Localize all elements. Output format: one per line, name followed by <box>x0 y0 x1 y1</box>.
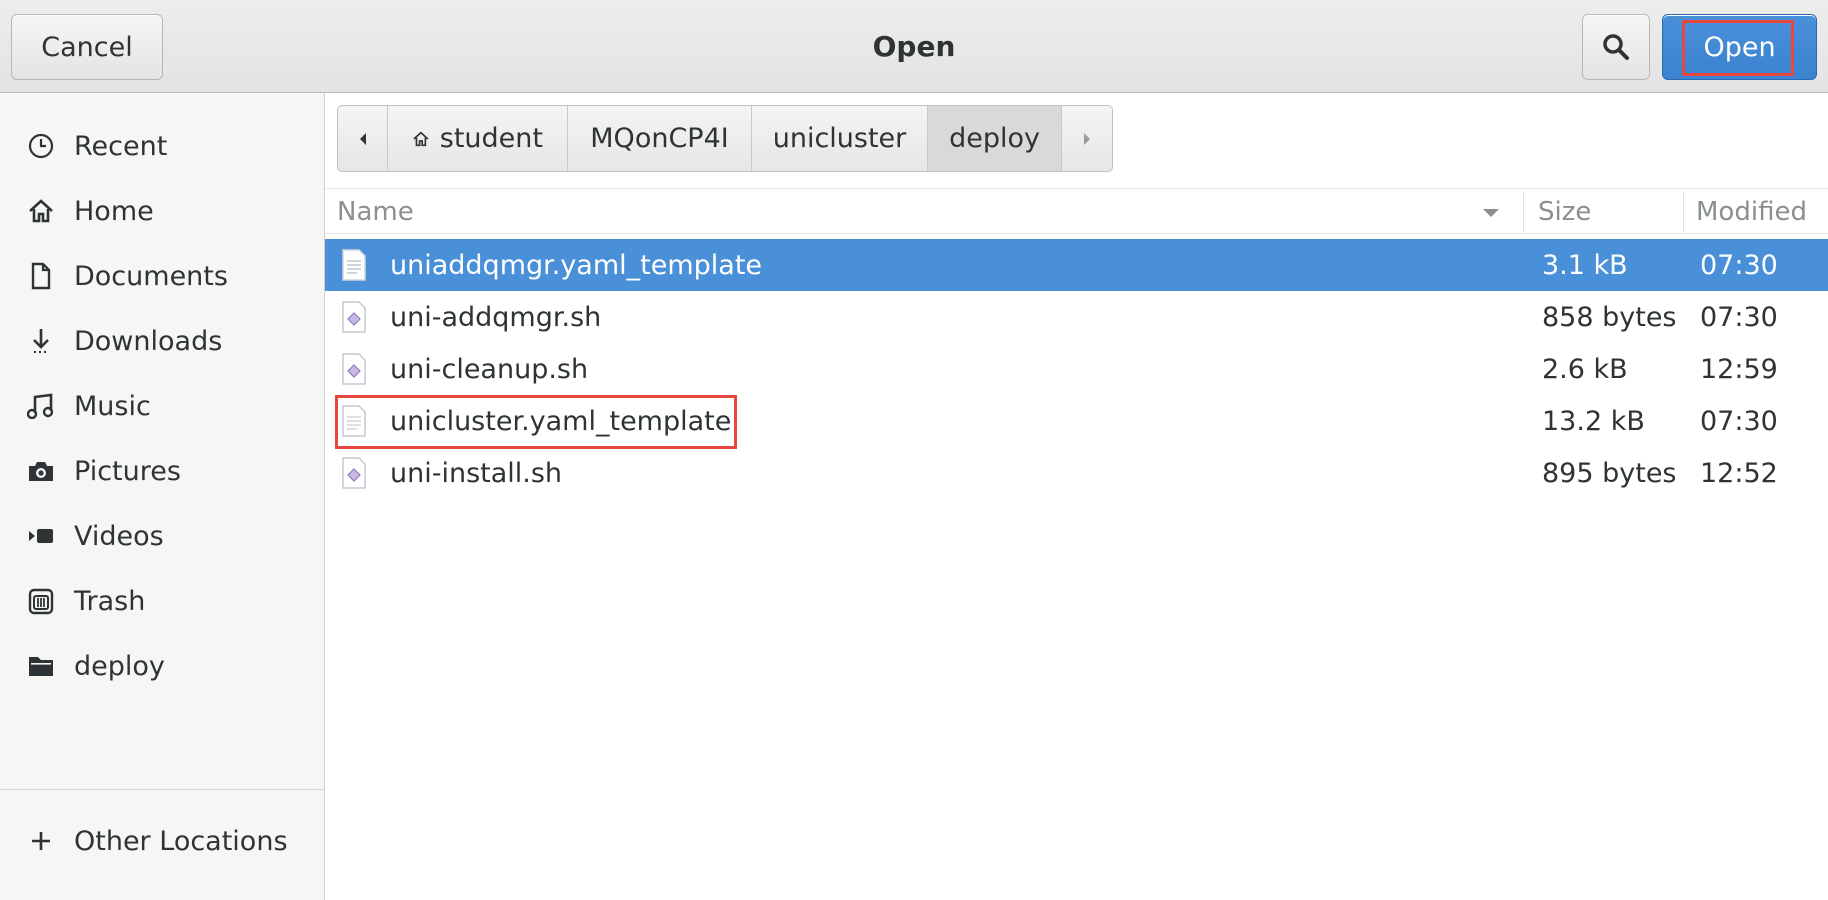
cancel-button[interactable]: Cancel <box>11 14 163 80</box>
column-modified-label: Modified <box>1696 197 1807 227</box>
sidebar-item-music[interactable]: Music <box>0 374 324 438</box>
file-modified: 07:30 <box>1700 249 1778 281</box>
path-segment-student[interactable]: student <box>388 106 568 171</box>
trash-icon <box>26 586 56 616</box>
path-segment-label: MQonCP4I <box>590 123 729 154</box>
sidebar-item-documents[interactable]: Documents <box>0 244 324 308</box>
home-icon <box>26 196 56 226</box>
file-size: 2.6 kB <box>1542 353 1628 385</box>
sidebar-item-downloads[interactable]: Downloads <box>0 309 324 373</box>
camera-icon <box>26 456 56 486</box>
sidebar-item-other-locations[interactable]: Other Locations <box>0 809 324 873</box>
path-forward-button[interactable] <box>1062 106 1112 171</box>
dialog-title-wrap: Open <box>0 0 1828 93</box>
file-size: 13.2 kB <box>1542 405 1645 437</box>
column-divider <box>1523 193 1524 231</box>
file-size: 858 bytes <box>1542 301 1677 333</box>
column-header-name[interactable]: Name <box>337 189 1517 235</box>
path-segment-unicluster[interactable]: unicluster <box>752 106 928 171</box>
sidebar-item-label: Trash <box>74 585 146 617</box>
file-modified: 07:30 <box>1700 405 1778 437</box>
text-file-icon <box>342 249 366 281</box>
script-file-icon <box>342 353 366 385</box>
file-name: uni-addqmgr.sh <box>390 301 602 333</box>
file-pane: student MQonCP4I unicluster deploy Name … <box>325 93 1828 900</box>
file-name: uni-install.sh <box>390 457 563 489</box>
path-segment-label: unicluster <box>772 123 907 154</box>
clock-icon <box>26 131 56 161</box>
file-modified: 07:30 <box>1700 301 1778 333</box>
sidebar-item-label: Other Locations <box>74 825 288 857</box>
file-row-uni-cleanup-sh[interactable]: uni-cleanup.sh 2.6 kB 12:59 <box>325 343 1828 395</box>
video-icon <box>26 521 56 551</box>
sidebar-item-label: Videos <box>74 520 164 552</box>
plus-icon <box>26 826 56 856</box>
sidebar-separator <box>0 789 324 790</box>
header-bar: Open Cancel Open <box>0 0 1828 93</box>
file-modified: 12:52 <box>1700 457 1778 489</box>
search-icon <box>1603 34 1629 60</box>
sort-descending-icon[interactable] <box>1482 207 1500 219</box>
script-file-icon <box>342 457 366 489</box>
script-file-icon <box>342 301 366 333</box>
column-size-label: Size <box>1538 197 1592 227</box>
document-icon <box>26 261 56 291</box>
sidebar-item-label: Recent <box>74 130 168 162</box>
sidebar-item-label: Documents <box>74 260 228 292</box>
sidebar-item-home[interactable]: Home <box>0 179 324 243</box>
open-button-annotation-box <box>1682 20 1794 76</box>
home-icon <box>413 131 429 146</box>
file-name: uni-cleanup.sh <box>390 353 589 385</box>
places-sidebar: Recent Home Documents Downloads Music Pi… <box>0 93 325 900</box>
chevron-left-icon <box>359 132 366 145</box>
path-segment-deploy[interactable]: deploy <box>928 106 1062 171</box>
path-back-button[interactable] <box>338 106 388 171</box>
sidebar-item-label: Downloads <box>74 325 223 357</box>
column-name-label: Name <box>337 197 414 227</box>
column-header-size[interactable]: Size <box>1538 189 1678 235</box>
file-size: 895 bytes <box>1542 457 1677 489</box>
path-bar: student MQonCP4I unicluster deploy <box>337 105 1113 172</box>
sidebar-item-trash[interactable]: Trash <box>0 569 324 633</box>
file-list-header: Name Size Modified <box>325 188 1828 234</box>
sidebar-item-deploy[interactable]: deploy <box>0 634 324 698</box>
sidebar-item-videos[interactable]: Videos <box>0 504 324 568</box>
music-icon <box>26 391 56 421</box>
file-row-uni-addqmgr-sh[interactable]: uni-addqmgr.sh 858 bytes 07:30 <box>325 291 1828 343</box>
folder-icon <box>26 651 56 681</box>
path-segment-label: deploy <box>949 123 1040 154</box>
column-header-modified[interactable]: Modified <box>1696 189 1826 235</box>
file-annotation-box <box>335 395 737 449</box>
dialog-title: Open <box>872 30 956 63</box>
sidebar-item-label: deploy <box>74 650 165 682</box>
download-icon <box>26 326 56 356</box>
column-divider <box>1683 193 1684 231</box>
sidebar-item-pictures[interactable]: Pictures <box>0 439 324 503</box>
search-button[interactable] <box>1582 14 1650 80</box>
sidebar-item-recent[interactable]: Recent <box>0 114 324 178</box>
sidebar-item-label: Music <box>74 390 151 422</box>
file-modified: 12:59 <box>1700 353 1778 385</box>
sidebar-item-label: Home <box>74 195 154 227</box>
chevron-right-icon <box>1084 132 1090 145</box>
path-segment-mqoncp4i[interactable]: MQonCP4I <box>568 106 752 171</box>
file-row-uniaddqmgr-yaml-template[interactable]: uniaddqmgr.yaml_template 3.1 kB 07:30 <box>325 239 1828 291</box>
file-row-uni-install-sh[interactable]: uni-install.sh 895 bytes 12:52 <box>325 447 1828 499</box>
file-chooser-dialog: Open Cancel Open Recent Home Documents D… <box>0 0 1828 900</box>
path-segment-label: student <box>439 123 543 154</box>
file-name: uniaddqmgr.yaml_template <box>390 249 763 281</box>
file-size: 3.1 kB <box>1542 249 1628 281</box>
sidebar-item-label: Pictures <box>74 455 181 487</box>
